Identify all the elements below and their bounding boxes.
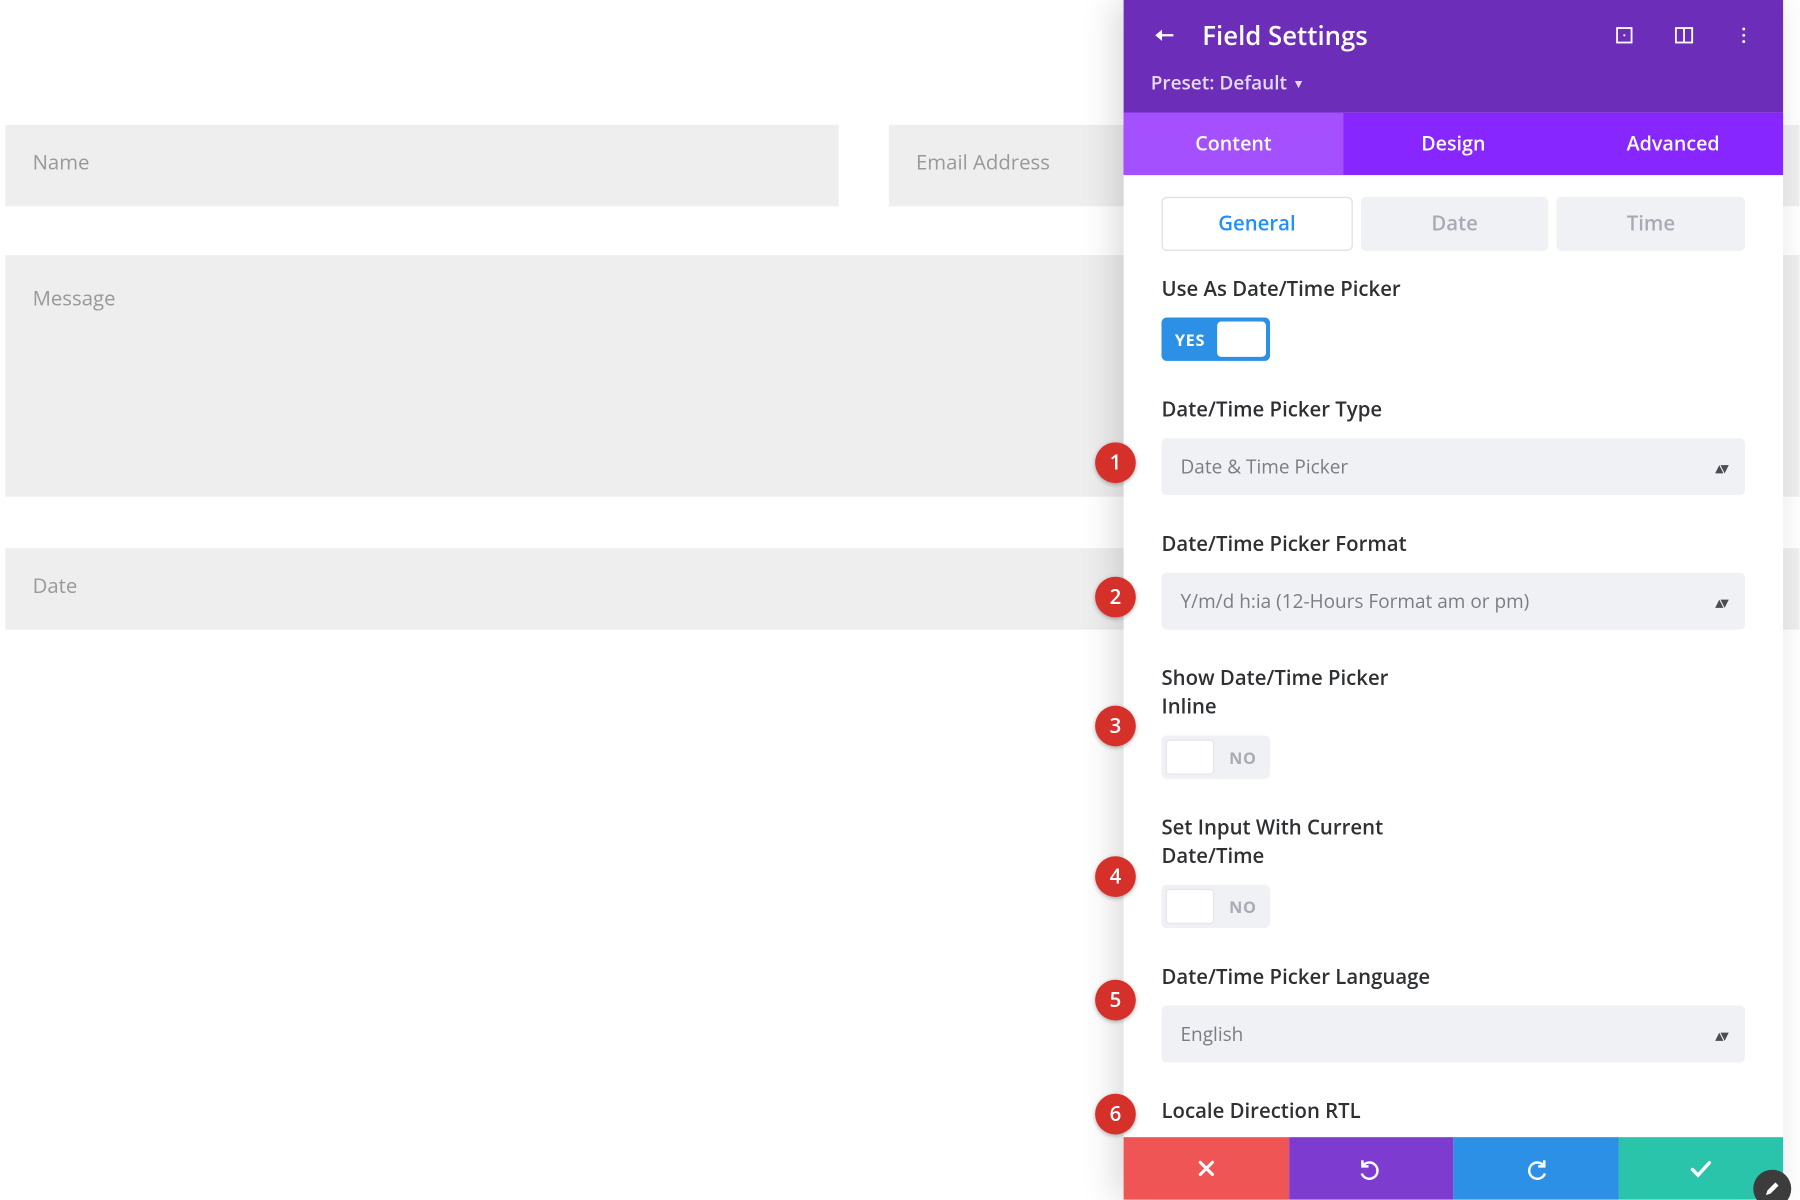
annotation-5: 5 — [1095, 980, 1136, 1021]
setting-label: Use As Date/Time Picker — [1162, 275, 1433, 303]
updown-icon: ▴▾ — [1715, 590, 1726, 613]
corner-badge-icon[interactable] — [1753, 1170, 1791, 1200]
annotation-1: 1 — [1095, 442, 1136, 483]
tab-design[interactable]: Design — [1343, 113, 1563, 175]
annotation-2: 2 — [1095, 577, 1136, 618]
redo-button[interactable] — [1453, 1137, 1618, 1199]
setting-picker-type: Date/Time Picker Type Date & Time Picker… — [1162, 396, 1746, 495]
sub-tabs: General Date Time — [1162, 197, 1746, 251]
panel-body[interactable]: General Date Time Use As Date/Time Picke… — [1124, 175, 1784, 1137]
chevron-down-icon: ▼ — [1293, 75, 1305, 93]
layout-icon[interactable] — [1672, 23, 1696, 47]
select-value: Date & Time Picker — [1181, 454, 1349, 480]
select-value: Y/m/d h:ia (12-Hours Format am or pm) — [1181, 588, 1530, 614]
panel-title: Field Settings — [1202, 18, 1587, 53]
expand-icon[interactable] — [1612, 23, 1636, 47]
toggle-show-inline[interactable]: NO — [1162, 735, 1271, 778]
setting-label: Set Input With Current Date/Time — [1162, 814, 1433, 871]
setting-set-current: Set Input With Current Date/Time NO — [1162, 814, 1746, 928]
toggle-use-as-picker[interactable]: YES — [1162, 318, 1271, 361]
toggle-knob — [1217, 322, 1266, 357]
panel-footer — [1124, 1137, 1784, 1199]
back-icon[interactable] — [1151, 22, 1178, 49]
setting-show-inline: Show Date/Time Picker Inline NO — [1162, 665, 1746, 779]
toggle-label: YES — [1162, 328, 1214, 351]
setting-rtl: Locale Direction RTL NO — [1162, 1098, 1746, 1137]
toggle-label: NO — [1219, 895, 1271, 918]
undo-button[interactable] — [1288, 1137, 1453, 1199]
tab-advanced[interactable]: Advanced — [1563, 113, 1783, 175]
field-settings-panel: Field Settings Preset: Defa — [1124, 0, 1784, 1200]
annotation-3: 3 — [1095, 706, 1136, 747]
select-picker-type[interactable]: Date & Time Picker ▴▾ — [1162, 438, 1746, 495]
select-value: English — [1181, 1021, 1244, 1047]
subtab-general[interactable]: General — [1162, 197, 1353, 251]
panel-header: Field Settings Preset: Defa — [1124, 0, 1784, 113]
annotation-6: 6 — [1095, 1094, 1136, 1135]
setting-language: Date/Time Picker Language English ▴▾ — [1162, 963, 1746, 1062]
setting-label: Date/Time Picker Format — [1162, 531, 1433, 559]
toggle-label: NO — [1219, 746, 1271, 769]
setting-picker-format: Date/Time Picker Format Y/m/d h:ia (12-H… — [1162, 531, 1746, 630]
cancel-button[interactable] — [1124, 1137, 1289, 1199]
annotation-4: 4 — [1095, 856, 1136, 897]
primary-tabs: Content Design Advanced — [1124, 113, 1784, 175]
name-field[interactable]: Name — [5, 125, 838, 206]
toggle-knob — [1166, 889, 1215, 924]
preset-selector[interactable]: Preset: Default ▼ — [1124, 71, 1784, 113]
subtab-date[interactable]: Date — [1361, 197, 1549, 251]
more-icon[interactable] — [1732, 23, 1756, 47]
preset-label: Preset: Default — [1151, 71, 1287, 97]
subtab-time[interactable]: Time — [1557, 197, 1745, 251]
setting-label: Date/Time Picker Type — [1162, 396, 1433, 424]
select-picker-format[interactable]: Y/m/d h:ia (12-Hours Format am or pm) ▴▾ — [1162, 573, 1746, 630]
select-language[interactable]: English ▴▾ — [1162, 1006, 1746, 1063]
setting-label: Locale Direction RTL — [1162, 1098, 1433, 1126]
updown-icon: ▴▾ — [1715, 455, 1726, 478]
updown-icon: ▴▾ — [1715, 1022, 1726, 1045]
toggle-set-current[interactable]: NO — [1162, 885, 1271, 928]
setting-label: Date/Time Picker Language — [1162, 963, 1433, 991]
toggle-knob — [1166, 740, 1215, 775]
tab-content[interactable]: Content — [1124, 113, 1344, 175]
setting-label: Show Date/Time Picker Inline — [1162, 665, 1433, 722]
setting-use-as-picker: Use As Date/Time Picker YES — [1162, 275, 1746, 360]
